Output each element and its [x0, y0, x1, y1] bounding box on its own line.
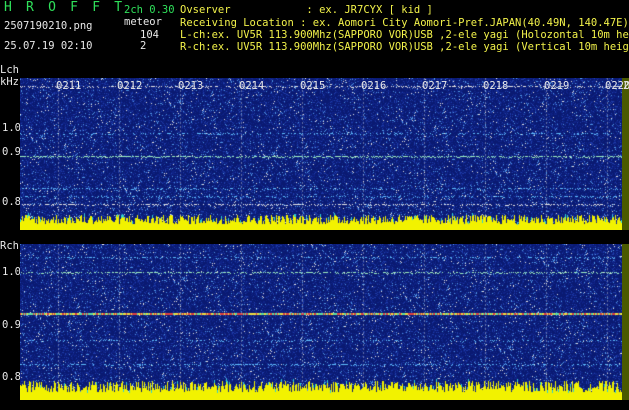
meteor-label: meteor [124, 16, 162, 28]
time-label-0216: 0216 [361, 80, 387, 92]
lch-ytick-0.9: 0.9 [2, 146, 21, 158]
time-label-0217: 0217 [422, 80, 448, 92]
meteor-count-rch: 2 [140, 40, 147, 52]
rch-label: Rch [0, 240, 19, 252]
time-label-0219: 0219 [544, 80, 570, 92]
lch-ytick-1.0: 1.0 [2, 122, 21, 134]
lch-spectrogram-canvas [20, 78, 622, 230]
rch-level-strip [622, 244, 629, 400]
time-label-0218: 0218 [483, 80, 509, 92]
time-label-0220: 0220 [605, 80, 629, 92]
location-line: Receiving Location : ex. Aomori City Aom… [180, 17, 629, 29]
rch-spectrogram [20, 244, 622, 400]
time-label-0211: 0211 [56, 80, 82, 92]
app-title: H R O F F T [4, 0, 126, 15]
lch-setup-line: L-ch:ex. UV5R 113.900Mhz(SAPPORO VOR)USB… [180, 29, 629, 41]
timestamp: 25.07.19 02:10 [4, 40, 93, 52]
rch-spectrogram-canvas [20, 244, 622, 400]
rch-setup-line: R-ch:ex. UV5R 113.900Mhz(SAPPORO VOR)USB… [180, 41, 629, 53]
rch-ytick-1.0: 1.0 [2, 266, 21, 278]
observer-line: Ovserver : ex. JR7CYX [ kid ] [180, 4, 433, 16]
khz-unit-label: kHz [0, 76, 19, 88]
lch-spectrogram [20, 78, 622, 230]
lch-label: Lch [0, 64, 19, 76]
time-label-0213: 0213 [178, 80, 204, 92]
filename: 2507190210.png [4, 20, 93, 32]
channel-mode: 2ch 0.30 [124, 4, 175, 16]
time-label-0212: 0212 [117, 80, 143, 92]
rch-ytick-0.8: 0.8 [2, 371, 21, 383]
time-label-0214: 0214 [239, 80, 265, 92]
lch-level-strip [622, 78, 629, 230]
lch-ytick-0.8: 0.8 [2, 196, 21, 208]
rch-ytick-0.9: 0.9 [2, 319, 21, 331]
time-label-0215: 0215 [300, 80, 326, 92]
